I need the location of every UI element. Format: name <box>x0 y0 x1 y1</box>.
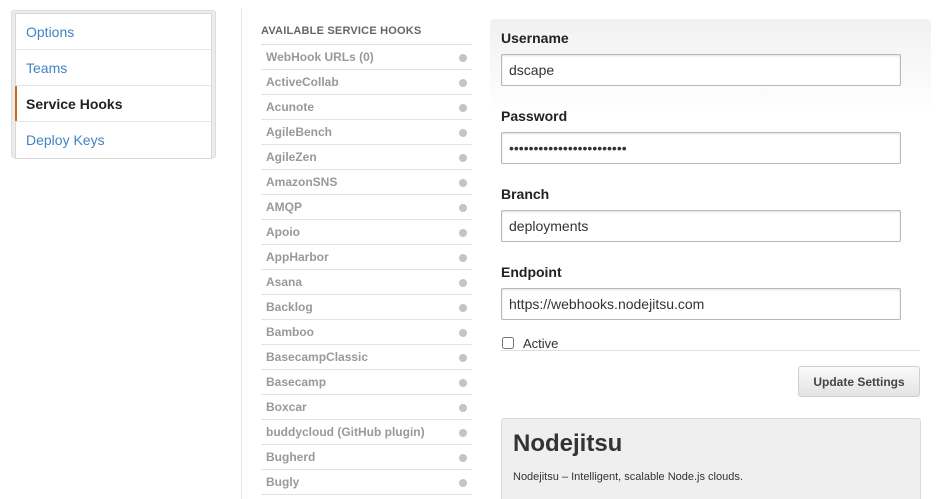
hook-item-amazonsns[interactable]: AmazonSNS <box>261 170 472 195</box>
status-dot-icon <box>459 229 467 237</box>
hook-label: Bugly <box>266 475 300 489</box>
status-dot-icon <box>459 129 467 137</box>
hook-label: AmazonSNS <box>266 175 338 189</box>
service-info-box: Nodejitsu Nodejitsu – Intelligent, scala… <box>501 418 921 499</box>
status-dot-icon <box>459 379 467 387</box>
hook-settings-form: Username Password Branch Endpoint Active <box>501 28 921 352</box>
hook-item-backlog[interactable]: Backlog <box>261 295 472 320</box>
hook-label: buddycloud (GitHub plugin) <box>266 425 425 439</box>
hook-label: Backlog <box>266 300 313 314</box>
username-label: Username <box>501 30 569 46</box>
hook-item-activecollab[interactable]: ActiveCollab <box>261 70 472 95</box>
branch-label: Branch <box>501 186 550 202</box>
hook-item-agilebench[interactable]: AgileBench <box>261 120 472 145</box>
menu-item-deploy-keys[interactable]: Deploy Keys <box>16 122 211 158</box>
password-label: Password <box>501 108 568 124</box>
form-divider <box>501 350 920 351</box>
hook-item-basecampclassic[interactable]: BasecampClassic <box>261 345 472 370</box>
hook-label: AgileZen <box>266 150 317 164</box>
service-hooks-list: WebHook URLs (0) ActiveCollab Acunote Ag… <box>261 44 472 495</box>
status-dot-icon <box>459 104 467 112</box>
status-dot-icon <box>459 479 467 487</box>
branch-input[interactable] <box>501 210 901 242</box>
status-dot-icon <box>459 329 467 337</box>
status-dot-icon <box>459 204 467 212</box>
service-hooks-panel: AVAILABLE SERVICE HOOKS WebHook URLs (0)… <box>261 24 472 495</box>
settings-menu: Options Teams Service Hooks Deploy Keys <box>11 10 216 159</box>
hook-label: Basecamp <box>266 375 327 389</box>
menu-item-teams[interactable]: Teams <box>16 50 211 86</box>
active-checkbox[interactable] <box>502 337 514 349</box>
hook-label: WebHook URLs (0) <box>266 50 374 64</box>
hook-label: ActiveCollab <box>266 75 339 89</box>
update-settings-button[interactable]: Update Settings <box>798 366 920 397</box>
status-dot-icon <box>459 429 467 437</box>
status-dot-icon <box>459 54 467 62</box>
status-dot-icon <box>459 304 467 312</box>
branch-field-group: Branch <box>501 184 921 242</box>
endpoint-input[interactable] <box>501 288 901 320</box>
service-description: Nodejitsu – Intelligent, scalable Node.j… <box>513 471 743 483</box>
hook-label: BasecampClassic <box>266 350 369 364</box>
hook-label: AgileBench <box>266 125 333 139</box>
hook-item-acunote[interactable]: Acunote <box>261 95 472 120</box>
status-dot-icon <box>459 254 467 262</box>
hook-label: AMQP <box>266 200 302 214</box>
hook-item-asana[interactable]: Asana <box>261 270 472 295</box>
hook-item-bugherd[interactable]: Bugherd <box>261 445 472 470</box>
status-dot-icon <box>459 404 467 412</box>
hook-label: Apoio <box>266 225 300 239</box>
username-input[interactable] <box>501 54 901 86</box>
hook-label: Acunote <box>266 100 314 114</box>
hook-label: Boxcar <box>266 400 307 414</box>
hook-item-webhook-urls[interactable]: WebHook URLs (0) <box>261 45 472 70</box>
hook-item-amqp[interactable]: AMQP <box>261 195 472 220</box>
hook-item-bamboo[interactable]: Bamboo <box>261 320 472 345</box>
column-divider <box>241 8 242 499</box>
menu-item-service-hooks[interactable]: Service Hooks <box>15 86 211 122</box>
service-hooks-heading: AVAILABLE SERVICE HOOKS <box>261 25 422 37</box>
service-title: Nodejitsu <box>513 430 623 457</box>
hook-item-apoio[interactable]: Apoio <box>261 220 472 245</box>
hook-item-basecamp[interactable]: Basecamp <box>261 370 472 395</box>
status-dot-icon <box>459 79 467 87</box>
hook-item-agilezen[interactable]: AgileZen <box>261 145 472 170</box>
username-field-group: Username <box>501 28 921 86</box>
hook-item-boxcar[interactable]: Boxcar <box>261 395 472 420</box>
hook-label: AppHarbor <box>266 250 329 264</box>
status-dot-icon <box>459 354 467 362</box>
endpoint-label: Endpoint <box>501 264 562 280</box>
hook-label: Bugherd <box>266 450 316 464</box>
status-dot-icon <box>459 279 467 287</box>
status-dot-icon <box>459 154 467 162</box>
hook-label: Asana <box>266 275 303 289</box>
status-dot-icon <box>459 454 467 462</box>
hook-label: Bamboo <box>266 325 314 339</box>
status-dot-icon <box>459 179 467 187</box>
settings-menu-list: Options Teams Service Hooks Deploy Keys <box>15 13 212 159</box>
hook-item-appharbor[interactable]: AppHarbor <box>261 245 472 270</box>
password-field-group: Password <box>501 106 921 164</box>
password-input[interactable] <box>501 132 901 164</box>
hook-item-buddycloud[interactable]: buddycloud (GitHub plugin) <box>261 420 472 445</box>
hook-item-bugly[interactable]: Bugly <box>261 470 472 495</box>
endpoint-field-group: Endpoint <box>501 262 921 320</box>
active-label: Active <box>523 335 559 351</box>
menu-item-options[interactable]: Options <box>16 14 211 50</box>
